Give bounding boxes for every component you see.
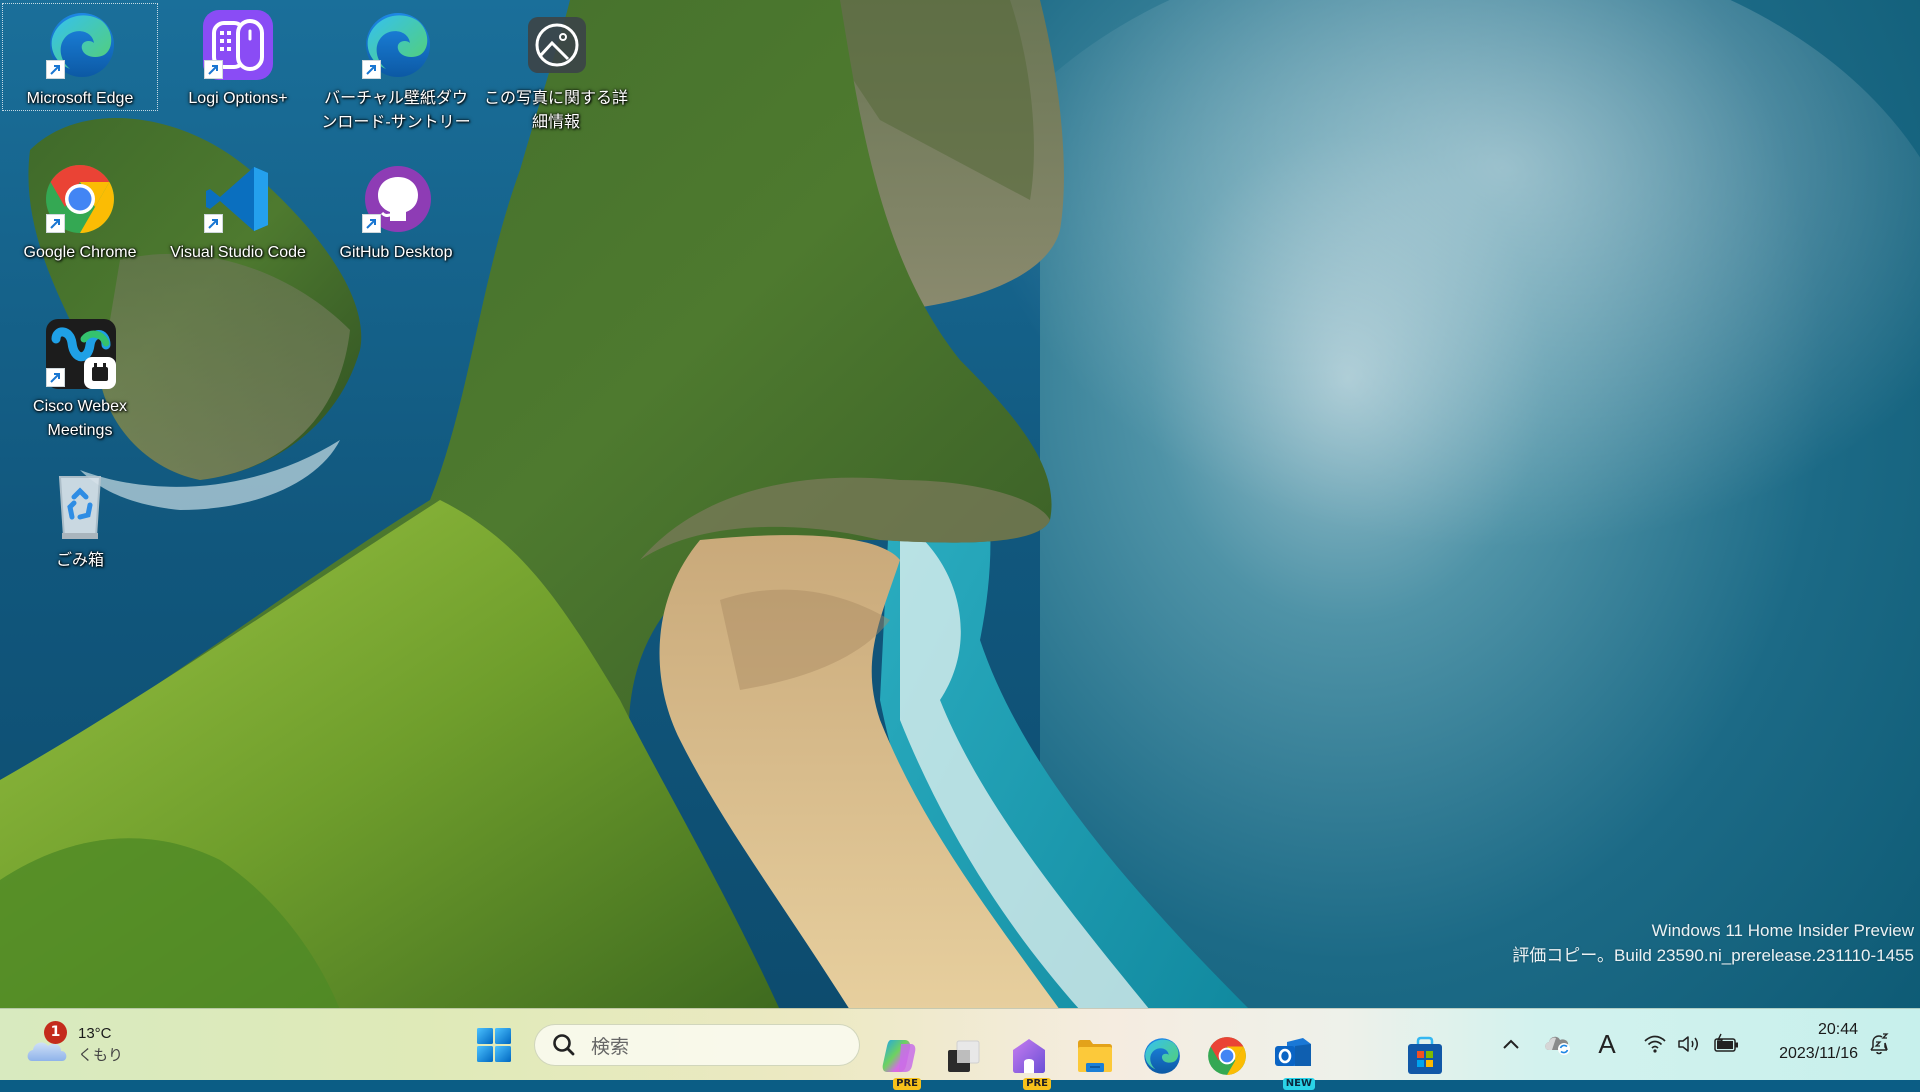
copilot-icon [882,1040,916,1072]
taskbar-clock[interactable]: 20:44 2023/11/16 [1760,1018,1858,1066]
watermark-edition: Windows 11 Home Insider Preview [1651,921,1914,940]
weather-notification-badge: 1 [44,1021,67,1044]
taskbar-app-outlook[interactable]: NEW [1269,1020,1317,1092]
speaker-volume-icon [1678,1036,1698,1052]
taskbar-app-microsoft-store[interactable] [1401,1020,1449,1092]
desktop-icon-label: この写真に関する詳細情報 [483,90,628,131]
windows-logo-icon [477,1028,511,1062]
taskbar-app-microsoft-edge[interactable] [1137,1020,1185,1092]
shortcut-arrow-icon [204,214,223,233]
file-explorer-icon [1078,1040,1112,1072]
desktop-icon-github-desktop[interactable]: GitHub Desktop [318,157,474,265]
outlook-icon [1275,1038,1311,1066]
recycle-bin-icon [44,471,116,543]
notification-center-button[interactable] [1862,1008,1896,1080]
taskbar-app-google-chrome[interactable] [1203,1020,1251,1092]
shortcut-arrow-icon [46,368,65,387]
onedrive-syncing-icon [1545,1036,1570,1055]
weather-widget[interactable]: 1 13°C くもり [26,1009,126,1081]
start-button[interactable] [470,1021,518,1069]
shortcut-arrow-icon [46,60,65,79]
watermark-build: 評価コピー。Build 23590.ni_prerelease.231110-1… [1512,946,1914,965]
volume-button[interactable] [1673,1008,1707,1080]
taskbar-task-view[interactable] [939,1020,987,1092]
desktop-icon-microsoft-edge[interactable]: Microsoft Edge [2,3,158,111]
desktop-icon-logi-options[interactable]: Logi Options+ [160,3,316,111]
onedrive-tray-button[interactable] [1538,1008,1578,1080]
taskbar-search-box[interactable]: 検索 [534,1024,860,1066]
edge-icon [44,9,116,81]
shortcut-arrow-icon [362,214,381,233]
desktop-icon-label: Cisco Webex Meetings [33,398,127,439]
vscode-icon [202,163,274,235]
desktop-icon-recycle-bin[interactable]: ごみ箱 [2,465,158,573]
desktop: Microsoft Edge Logi Options+ バーチャル壁紙ダウンロ… [0,0,1920,1008]
task-view-icon [948,1040,980,1072]
taskbar-app-file-explorer[interactable] [1071,1020,1119,1092]
desktop-icon-label: Google Chrome [23,244,137,261]
battery-charging-icon [1714,1033,1738,1052]
clock-time: 20:44 [1817,1021,1858,1038]
chevron-up-icon [1503,1039,1519,1049]
chrome-icon [44,163,116,235]
store-icon [1408,1036,1442,1074]
network-button[interactable] [1638,1008,1672,1080]
weather-condition: くもり [78,1047,124,1064]
desktop-icon-visual-studio-code[interactable]: Visual Studio Code [160,157,316,265]
wifi-icon [1644,1035,1666,1053]
webex-icon [44,317,116,389]
desktop-icon-virtual-wallpaper-download[interactable]: バーチャル壁紙ダウンロード-サントリー [318,3,474,135]
logi-options-icon [202,9,274,81]
dev-home-icon [1013,1039,1045,1073]
photo-info-icon [520,9,592,81]
search-placeholder: 検索 [591,1036,630,1058]
ime-mode-indicator: A [1598,1028,1616,1059]
shortcut-arrow-icon [362,60,381,79]
shortcut-arrow-icon [46,214,65,233]
taskbar-app-copilot[interactable]: PRE [875,1020,923,1092]
show-hidden-icons-button[interactable] [1494,1008,1528,1080]
desktop-icon-label: Microsoft Edge [26,90,134,107]
ime-mode-button[interactable]: A [1590,1008,1624,1080]
desktop-icon-label: GitHub Desktop [339,244,453,261]
desktop-icon-label: Logi Options+ [188,90,288,107]
desktop-icon-label: バーチャル壁紙ダウンロード-サントリー [321,90,471,131]
windows-insider-watermark: Windows 11 Home Insider Preview 評価コピー。Bu… [1512,918,1914,968]
cloudy-weather-icon: 1 [26,1021,70,1065]
search-icon [553,1034,575,1056]
edge-icon [1144,1038,1180,1074]
bell-do-not-disturb-icon [1870,1033,1889,1055]
shortcut-arrow-icon [204,60,223,79]
desktop-icon-photo-info[interactable]: この写真に関する詳細情報 [478,3,634,135]
desktop-icon-cisco-webex-meetings[interactable]: Cisco Webex Meetings [2,311,158,443]
desktop-icon-label: Visual Studio Code [170,244,306,261]
battery-button[interactable] [1710,1008,1744,1080]
edge-icon [360,9,432,81]
desktop-icon-google-chrome[interactable]: Google Chrome [2,157,158,265]
github-desktop-icon [360,163,432,235]
desktop-icon-label: ごみ箱 [55,552,104,569]
weather-temperature: 13°C [78,1025,112,1042]
clock-date: 2023/11/16 [1779,1045,1858,1062]
taskbar-app-dev-home[interactable]: PRE [1005,1020,1053,1092]
chrome-icon [1208,1037,1246,1075]
